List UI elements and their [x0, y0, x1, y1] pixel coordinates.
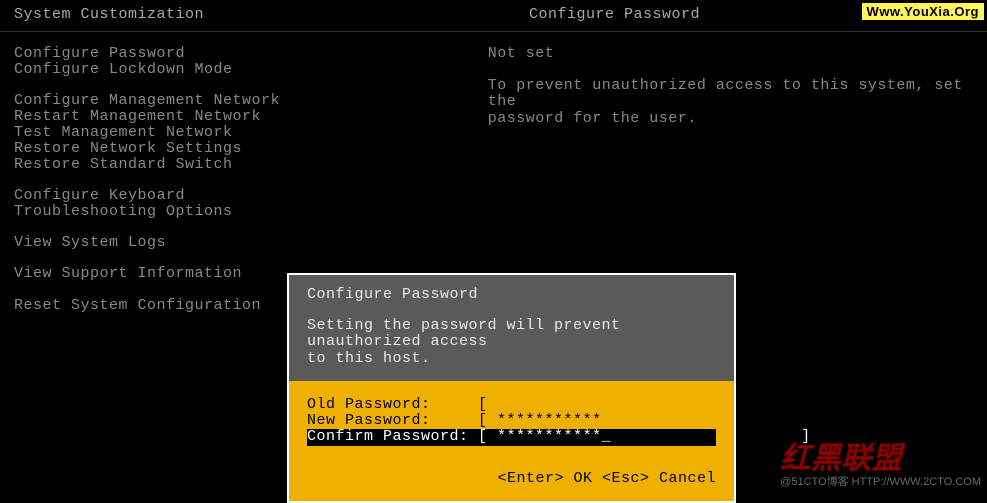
old-password-row[interactable]: Old Password: [ ]	[307, 397, 716, 413]
dialog-body: Old Password: [ ] New Password: [ ******…	[289, 381, 734, 460]
dialog-header: Configure Password Setting the password …	[289, 275, 734, 381]
header-left-title: System Customization	[14, 6, 529, 23]
watermark-bottom-sub: @51CTO博客 HTTP://WWW.2CTO.COM	[780, 473, 981, 489]
menu-restore-standard-switch[interactable]: Restore Standard Switch	[14, 157, 488, 173]
new-password-row[interactable]: New Password: [ *********** ]	[307, 413, 716, 429]
confirm-password-row[interactable]: Confirm Password: [ ***********_ ]	[307, 429, 716, 445]
info-desc-line2: password for the user.	[488, 111, 973, 128]
dialog-desc-line1: Setting the password will prevent unauth…	[307, 318, 716, 351]
watermark-top: Www.YouXia.Org	[861, 2, 985, 21]
configure-password-dialog: Configure Password Setting the password …	[287, 273, 736, 503]
header: System Customization Configure Password	[0, 0, 987, 32]
menu-restore-network-settings[interactable]: Restore Network Settings	[14, 141, 488, 157]
menu-troubleshooting-options[interactable]: Troubleshooting Options	[14, 204, 488, 220]
dialog-footer[interactable]: <Enter> OK <Esc> Cancel	[289, 460, 734, 501]
menu-configure-password[interactable]: Configure Password	[14, 46, 488, 62]
menu-configure-management-network[interactable]: Configure Management Network	[14, 93, 488, 109]
dialog-desc-line2: to this host.	[307, 351, 716, 368]
header-right-title: Configure Password	[529, 6, 700, 23]
info-status: Not set	[488, 46, 973, 63]
menu-view-system-logs[interactable]: View System Logs	[14, 235, 488, 251]
menu-restart-management-network[interactable]: Restart Management Network	[14, 109, 488, 125]
menu-configure-lockdown-mode[interactable]: Configure Lockdown Mode	[14, 62, 488, 78]
menu-configure-keyboard[interactable]: Configure Keyboard	[14, 188, 488, 204]
menu-test-management-network[interactable]: Test Management Network	[14, 125, 488, 141]
info-desc-line1: To prevent unauthorized access to this s…	[488, 78, 973, 111]
dialog-title: Configure Password	[307, 287, 716, 304]
